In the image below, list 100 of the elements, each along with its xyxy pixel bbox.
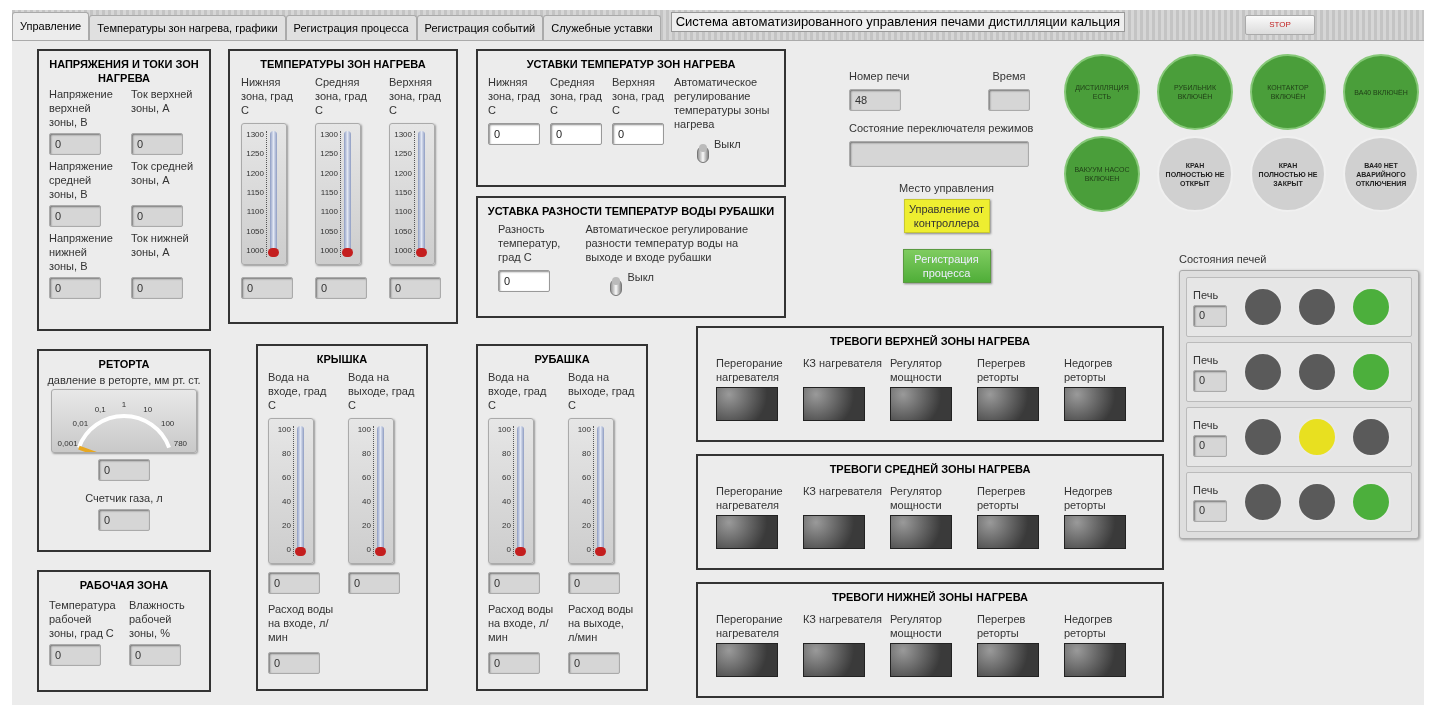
field-label: Автоматическое регулирование разности температур воды на выходе и входе рубашки	[585, 222, 750, 264]
numeric-indicator: 0	[49, 277, 101, 299]
field-label: Напряжение нижней зоны, В	[49, 231, 114, 274]
panel-title: ТЕМПЕРАТУРЫ ЗОН НАГРЕВА	[259, 57, 427, 71]
field-label: Разность температур, град С	[498, 222, 562, 265]
panel-title: КРЫШКА	[315, 352, 369, 366]
field-label: Состояние переключателя режимов	[849, 121, 1034, 135]
scale-label: 100	[357, 426, 371, 434]
field-label: Счетчик газа, л	[85, 491, 163, 505]
stop-button[interactable]: STOP	[1245, 15, 1316, 35]
scale-label: 0,1	[94, 404, 106, 414]
numeric-indicator: 0	[131, 277, 183, 299]
panel-title: ТРЕВОГИ ВЕРХНЕЙ ЗОНЫ НАГРЕВА	[829, 334, 1031, 348]
tab[interactable]: Управление	[12, 12, 90, 40]
scale-label: 1000	[394, 246, 412, 255]
scale-label: 20	[362, 522, 371, 530]
tab[interactable]: Служебные уставки	[543, 15, 661, 40]
scale-label: 1100	[394, 208, 412, 217]
scale-label: 20	[502, 522, 511, 530]
scale-label: 20	[582, 522, 591, 530]
field-label: Перегорание нагревателя	[716, 484, 784, 512]
field-label: Вода на входе, град С	[488, 370, 548, 413]
scale-label: 0	[586, 546, 591, 554]
field-label: Перегрев реторты	[977, 612, 1027, 640]
field-label: Средняя зона, град С	[550, 75, 602, 118]
scale-label: 10	[143, 404, 153, 414]
field-label: Время	[992, 69, 1026, 83]
numeric-indicator: 0	[49, 205, 101, 227]
numeric-indicator: 0	[568, 652, 620, 674]
scale-label: 80	[502, 450, 511, 458]
numeric-indicator: 48	[849, 89, 901, 111]
numeric-indicator: 0	[131, 205, 183, 227]
scale-label: 100	[497, 426, 511, 434]
scale-label: 40	[502, 498, 511, 506]
scale-label: 40	[282, 498, 291, 506]
scale-label: 1250	[320, 150, 338, 159]
field-label: Верхняя зона, град С	[612, 75, 664, 118]
numeric-input[interactable]: 0	[488, 123, 540, 145]
panel-title: РЕТОРТА	[97, 357, 151, 371]
numeric-indicator: 0	[1193, 369, 1227, 392]
numeric-indicator: 0	[268, 652, 320, 674]
field-label: КЗ нагревателя	[803, 612, 883, 627]
scale-label: 1100	[246, 208, 264, 217]
field-label: Верхняя зона, град С	[389, 75, 442, 118]
scale-label: 1300	[394, 131, 412, 139]
numeric-indicator: 0	[1193, 434, 1227, 457]
numeric-indicator	[988, 89, 1030, 111]
field-label: Вода на выходе, град С	[348, 370, 416, 413]
numeric-indicator: 0	[389, 277, 441, 299]
gauge-needle	[78, 445, 99, 452]
tab[interactable]: Регистрация событий	[416, 15, 544, 40]
numeric-input[interactable]: 0	[612, 123, 664, 145]
scale-label: 40	[362, 498, 371, 506]
numeric-indicator: 0	[1193, 499, 1227, 522]
scale-label: 1150	[394, 189, 412, 197]
scale-label: 1300	[320, 131, 338, 139]
field-label: Перегрев реторты	[977, 356, 1027, 384]
scale-label: 60	[582, 474, 591, 482]
field-label: Ток нижней зоны, А	[131, 231, 190, 260]
field-label: Нижняя зона, град С	[241, 75, 294, 118]
scale-label: 100	[277, 426, 291, 434]
field-label: Состояния печей	[1179, 252, 1268, 266]
field-label: Перегрев реторты	[977, 484, 1027, 512]
scale-label: 60	[282, 474, 291, 482]
numeric-indicator: 0	[98, 459, 150, 481]
numeric-indicator: 0	[488, 652, 540, 674]
field-label: Температура рабочей зоны, град С	[49, 598, 117, 641]
panel-title: УСТАВКА РАЗНОСТИ ТЕМПЕРАТУР ВОДЫ РУБАШКИ	[486, 204, 776, 218]
field-label: Недогрев реторты	[1064, 484, 1114, 512]
scale-label: 60	[362, 474, 371, 482]
field-label: Расход воды на выходе, л/мин	[568, 602, 635, 645]
scale-label: 780	[173, 439, 188, 449]
scale-label: 1100	[320, 208, 338, 217]
scale-label: 1000	[246, 246, 264, 255]
numeric-indicator: 0	[315, 277, 367, 299]
field-label: Средняя зона, град С	[315, 75, 368, 118]
control-mode-button[interactable]: Управление от контроллера	[903, 199, 990, 233]
tab[interactable]: Температуры зон нагрева, графики	[89, 15, 286, 40]
numeric-indicator: 0	[348, 572, 400, 594]
scale-label: 1200	[320, 169, 338, 178]
tab[interactable]: Регистрация процесса	[285, 15, 417, 40]
field-label: Автоматическое регулирование температуры зоны нагрева	[674, 75, 771, 131]
field-label: КЗ нагревателя	[803, 484, 883, 499]
field-label: Регулятор мощности	[890, 612, 943, 640]
scale-label: 20	[282, 522, 291, 530]
numeric-input[interactable]: 0	[498, 270, 550, 292]
numeric-indicator: 0	[1193, 304, 1227, 327]
scale-label: 1150	[320, 189, 338, 197]
field-label: Печь	[1193, 417, 1219, 432]
scale-label: 0,01	[72, 418, 89, 428]
scale-label: 80	[282, 450, 291, 458]
field-label: Печь	[1193, 352, 1219, 367]
field-label: Напряжение средней зоны, В	[49, 159, 114, 202]
scale-label: 1300	[246, 131, 264, 139]
scale-label: 1000	[320, 246, 338, 255]
panel-title: РУБАШКА	[533, 352, 591, 366]
numeric-indicator: 0	[98, 509, 150, 531]
field-label: Выкл	[714, 137, 741, 151]
scale-label: 1050	[320, 227, 338, 236]
numeric-input[interactable]: 0	[550, 123, 602, 145]
